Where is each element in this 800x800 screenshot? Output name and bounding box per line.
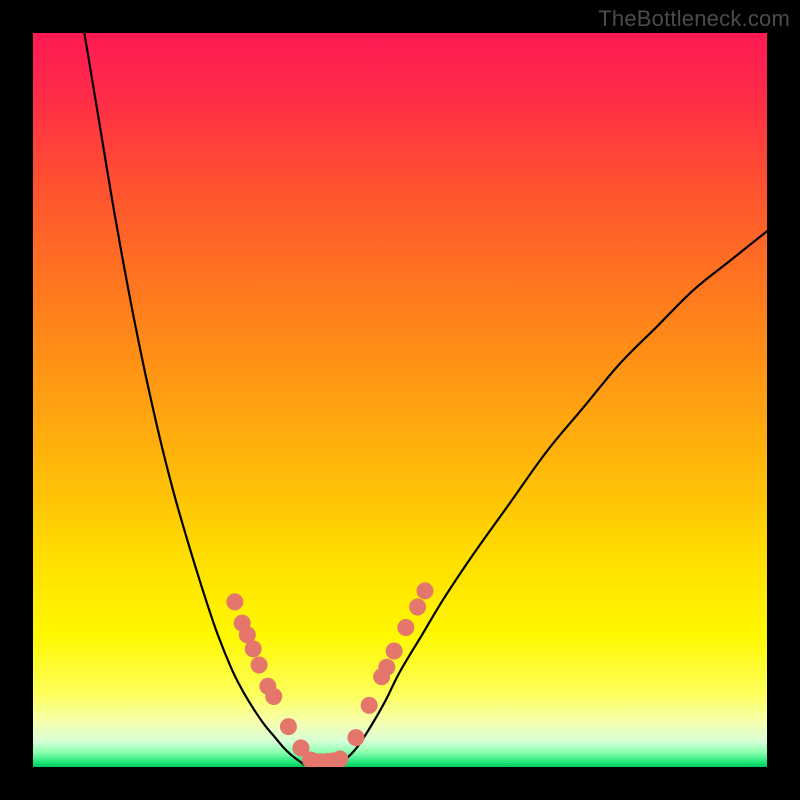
data-marker [378,659,395,676]
data-marker [251,656,268,673]
chart-frame: TheBottleneck.com [0,0,800,800]
data-marker [386,643,403,660]
data-marker [245,640,262,657]
data-marker [331,750,348,767]
data-marker [280,718,297,735]
marker-group [226,582,433,767]
plot-area [33,33,767,767]
data-marker [409,598,426,615]
watermark-text: TheBottleneck.com [598,6,790,32]
data-marker [397,619,414,636]
data-marker [416,582,433,599]
data-marker [226,593,243,610]
curve-svg [33,33,767,767]
bottleneck-curve [84,33,767,766]
data-marker [361,697,378,714]
data-marker [265,688,282,705]
data-marker [347,729,364,746]
